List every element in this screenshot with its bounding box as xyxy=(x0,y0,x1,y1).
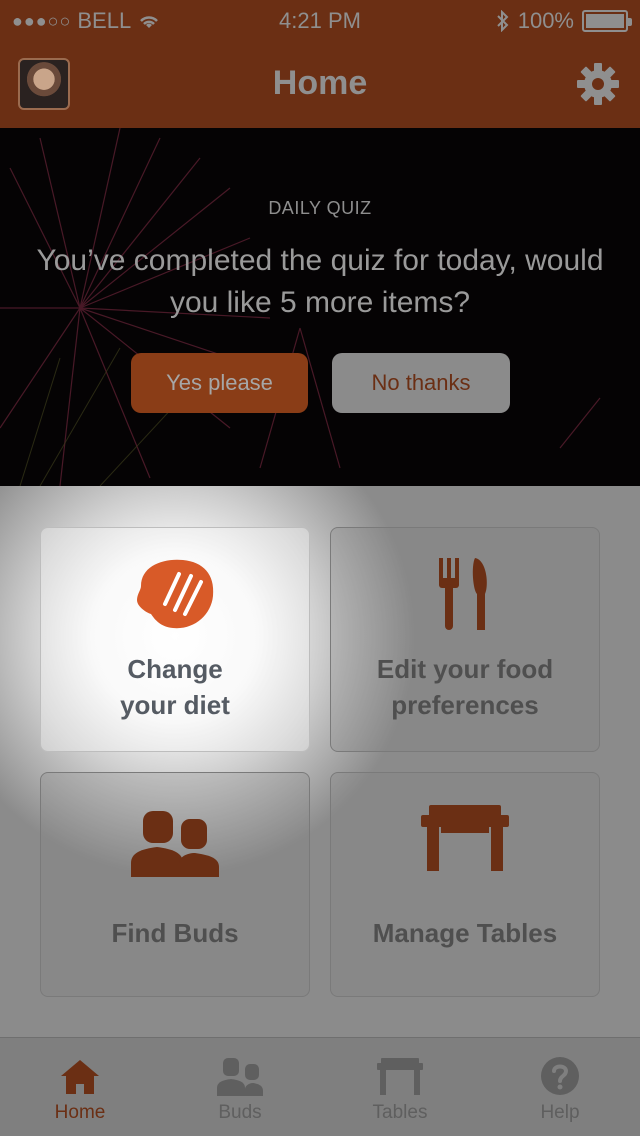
action-grid: Change your diet Edit your food preferen… xyxy=(0,486,640,1037)
tab-tables[interactable]: Tables xyxy=(320,1038,480,1136)
daily-quiz-banner: DAILY QUIZ You’ve completed the quiz for… xyxy=(0,128,640,486)
food-preferences-tile[interactable]: Edit your food preferences xyxy=(330,527,600,752)
status-right: 100% xyxy=(496,8,632,34)
tab-home-label: Home xyxy=(54,1102,106,1123)
find-buds-label: Find Buds xyxy=(111,918,239,948)
find-buds-tile[interactable]: Find Buds xyxy=(40,772,310,997)
table-icon xyxy=(421,805,509,871)
status-bar: ●●●○○ BELL 4:21 PM 100% xyxy=(0,0,640,40)
battery-percent: 100% xyxy=(517,8,574,33)
no-thanks-button[interactable]: No thanks xyxy=(332,353,510,413)
steak-icon xyxy=(137,559,214,629)
food-preferences-label: Edit your food preferences xyxy=(376,654,554,720)
tab-help[interactable]: Help xyxy=(480,1038,640,1136)
bluetooth-icon xyxy=(497,10,509,32)
quiz-section-label: DAILY QUIZ xyxy=(268,198,372,218)
help-icon xyxy=(541,1057,579,1095)
change-diet-label: Change your diet xyxy=(120,654,230,720)
fork-knife-icon xyxy=(439,558,487,630)
gear-icon[interactable] xyxy=(576,62,620,106)
battery-icon xyxy=(582,10,632,32)
manage-tables-tile[interactable]: Manage Tables xyxy=(330,772,600,997)
top-bar: ●●●○○ BELL 4:21 PM 100% Home xyxy=(0,0,640,128)
people-icon xyxy=(217,1058,263,1096)
tab-tables-label: Tables xyxy=(372,1102,428,1123)
tab-home[interactable]: Home xyxy=(0,1038,160,1136)
change-diet-tile[interactable]: Change your diet xyxy=(40,527,310,752)
manage-tables-label: Manage Tables xyxy=(372,918,558,948)
nav-bar: Home xyxy=(0,40,640,128)
people-icon xyxy=(131,811,219,877)
tab-buds-label: Buds xyxy=(218,1102,262,1123)
table-icon xyxy=(377,1058,423,1095)
tab-help-label: Help xyxy=(540,1102,580,1123)
tab-buds[interactable]: Buds xyxy=(160,1038,320,1136)
tab-bar: Home Buds Tables Help xyxy=(0,1037,640,1136)
quiz-message: You’ve completed the quiz for today, wou… xyxy=(36,244,604,319)
yes-please-button[interactable]: Yes please xyxy=(131,353,308,413)
home-icon xyxy=(61,1060,99,1094)
page-title: Home xyxy=(272,64,368,102)
